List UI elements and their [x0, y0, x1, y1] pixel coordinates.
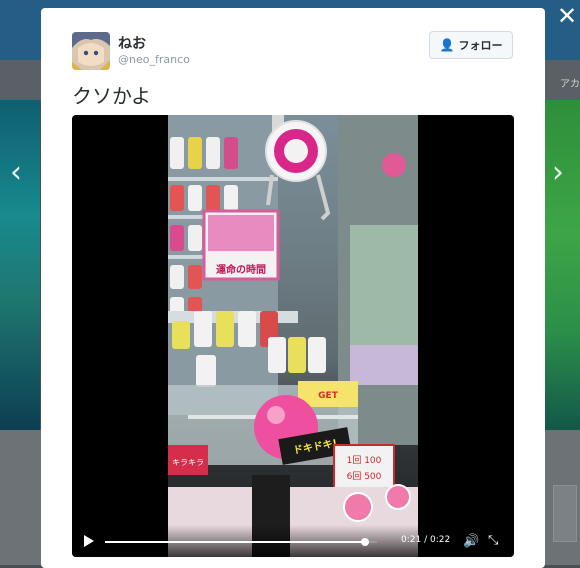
- frame-price-a: 1回 100: [347, 455, 382, 466]
- volume-icon[interactable]: 🔊: [463, 534, 479, 549]
- video-player[interactable]: 運命の時間 GET ドキドキ! 1回 100 6回 500 キラキラ 0:21 …: [72, 115, 514, 557]
- frame-get-tag: GET: [318, 391, 339, 401]
- frame-sign-label: キラキラ: [172, 458, 204, 467]
- display-name[interactable]: ねお: [118, 33, 146, 53]
- progress-thumb[interactable]: [360, 538, 369, 546]
- video-frame: 運命の時間 GET ドキドキ! 1回 100 6回 500 キラキラ: [168, 115, 418, 557]
- tweet-text: クソかよ: [72, 84, 151, 108]
- avatar[interactable]: [72, 32, 110, 70]
- avatar-image: [72, 32, 110, 70]
- follow-button-label: フォロー: [458, 39, 503, 52]
- progress-bar[interactable]: [105, 538, 377, 546]
- frame-price-b: 6回 500: [347, 471, 382, 482]
- frame-sign-top: 運命の時間: [216, 263, 266, 276]
- tweet-modal: ねお @neo_franco 👤 フォロー クソかよ 運命の時間 GET ドキド…: [41, 8, 545, 568]
- add-user-icon: 👤: [439, 38, 455, 52]
- background-partial-text: アカ: [560, 79, 580, 90]
- fullscreen-icon[interactable]: ⤡: [488, 533, 498, 548]
- follow-button[interactable]: 👤 フォロー: [429, 31, 513, 59]
- background-image-left: [0, 100, 40, 430]
- close-icon[interactable]: ✕: [557, 4, 577, 28]
- user-handle[interactable]: @neo_franco: [118, 53, 190, 66]
- background-card: [553, 485, 577, 542]
- time-display: 0:21 / 0:22: [401, 535, 451, 545]
- video-frame-image: 運命の時間 GET ドキドキ! 1回 100 6回 500 キラキラ: [168, 115, 418, 557]
- chevron-right-icon[interactable]: ›: [552, 158, 564, 188]
- chevron-left-icon[interactable]: ‹: [10, 158, 22, 188]
- play-icon[interactable]: [84, 535, 94, 547]
- background-image-right: [545, 100, 580, 430]
- progress-fill: [105, 541, 365, 543]
- video-controls: 0:21 / 0:22 🔊 ⤡: [72, 525, 514, 557]
